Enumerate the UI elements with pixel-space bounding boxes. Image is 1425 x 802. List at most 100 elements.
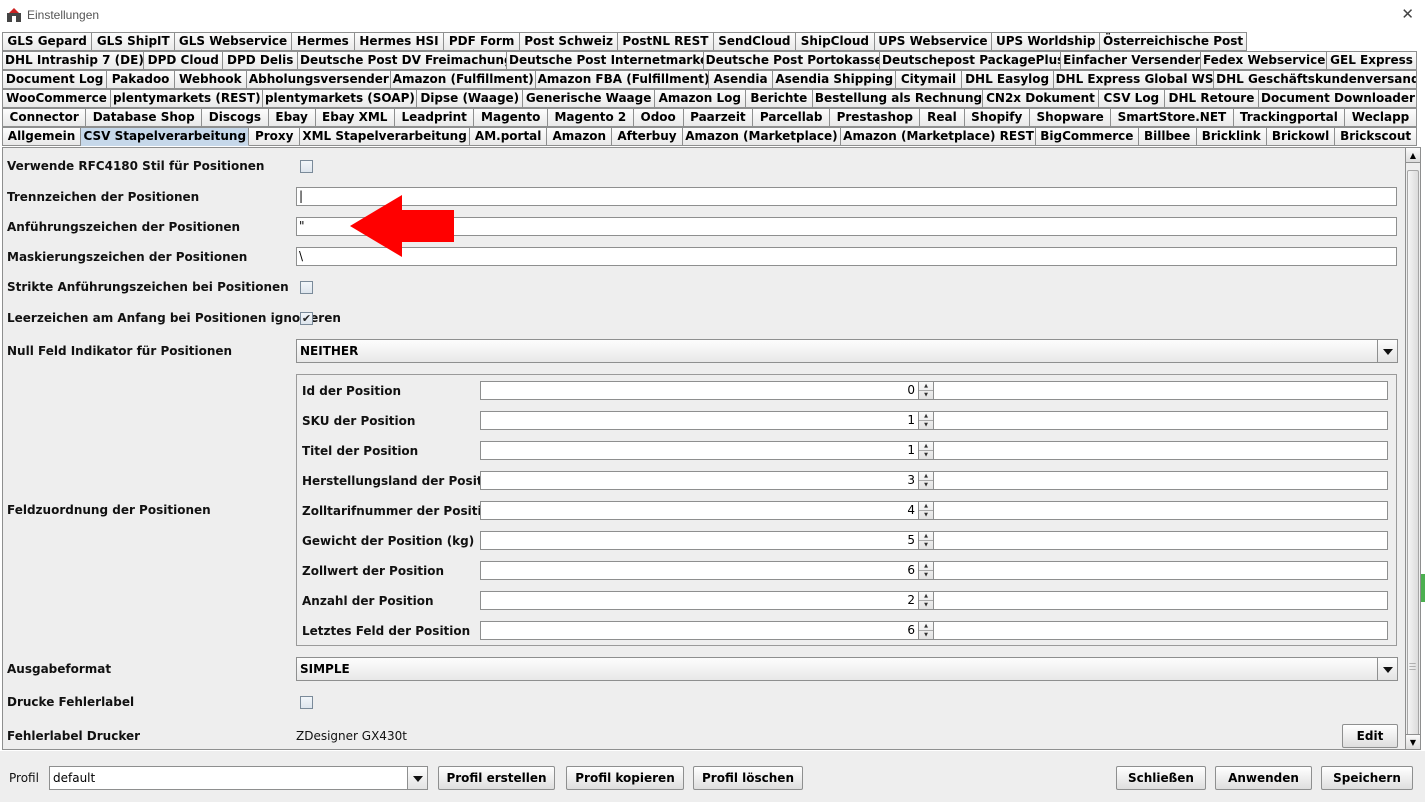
tab-deutsche-post-portokasse[interactable]: Deutsche Post Portokasse xyxy=(703,51,880,70)
tab-einfacher-versender[interactable]: Einfacher Versender xyxy=(1061,51,1201,70)
null-indicator-select[interactable]: NEITHER xyxy=(296,339,1398,363)
field-mapping-value[interactable]: 3 xyxy=(480,471,919,490)
output-format-select[interactable]: SIMPLE xyxy=(296,657,1398,681)
spinner-down-icon[interactable]: ▼ xyxy=(919,541,933,550)
tab-connector[interactable]: Connector xyxy=(2,108,87,127)
rfc4180-checkbox[interactable] xyxy=(300,160,313,173)
tab-deutsche-post-dv-freimachung[interactable]: Deutsche Post DV Freimachung xyxy=(298,51,507,70)
tab-csv-log[interactable]: CSV Log xyxy=(1098,89,1165,108)
tab-amazon-marketplace-rest[interactable]: Amazon (Marketplace) REST xyxy=(841,127,1037,146)
tab-ebay[interactable]: Ebay xyxy=(268,108,316,127)
tab-hermes-hsi[interactable]: Hermes HSI xyxy=(354,32,445,51)
tab-gel-express[interactable]: GEL Express xyxy=(1327,51,1417,70)
spinner-down-icon[interactable]: ▼ xyxy=(919,631,933,640)
spinner-up-icon[interactable]: ▲ xyxy=(919,502,933,511)
scroll-down-icon[interactable]: ▼ xyxy=(1406,734,1420,749)
tab-dhl-geschäftskundenversand[interactable]: DHL Geschäftskundenversand xyxy=(1214,70,1417,89)
tab-webhook[interactable]: Webhook xyxy=(174,70,247,89)
tab-plentymarkets-rest[interactable]: plentymarkets (REST) xyxy=(111,89,263,108)
spinner-down-icon[interactable]: ▼ xyxy=(919,571,933,580)
tab-prestashop[interactable]: Prestashop xyxy=(830,108,921,127)
spinner-down-icon[interactable]: ▼ xyxy=(919,511,933,520)
spinner-down-icon[interactable]: ▼ xyxy=(919,601,933,610)
field-mapping-value[interactable]: 1 xyxy=(480,411,919,430)
tab-brickscout[interactable]: Brickscout xyxy=(1335,127,1417,146)
field-mapping-value[interactable]: 6 xyxy=(480,561,919,580)
tab-trackingportal[interactable]: Trackingportal xyxy=(1233,108,1346,127)
tab-shipcloud[interactable]: ShipCloud xyxy=(796,32,875,51)
close-button[interactable]: Schließen xyxy=(1116,766,1206,790)
tab-pdf-form[interactable]: PDF Form xyxy=(444,32,521,51)
tab-asendia[interactable]: Asendia xyxy=(709,70,774,89)
spinner-down-icon[interactable]: ▼ xyxy=(919,451,933,460)
tab-sendcloud[interactable]: SendCloud xyxy=(713,32,797,51)
tab-odoo[interactable]: Odoo xyxy=(633,108,684,127)
edit-button[interactable]: Edit xyxy=(1342,724,1398,748)
tab-amazon-log[interactable]: Amazon Log xyxy=(654,89,746,108)
spinner-down-icon[interactable]: ▼ xyxy=(919,391,933,400)
chevron-down-icon[interactable] xyxy=(1377,658,1397,680)
tab-gls-webservice[interactable]: GLS Webservice xyxy=(175,32,292,51)
tab-discogs[interactable]: Discogs xyxy=(202,108,269,127)
tab-generische-waage[interactable]: Generische Waage xyxy=(523,89,655,108)
tab-dhl-easylog[interactable]: DHL Easylog xyxy=(961,70,1054,89)
escape-input[interactable]: \ xyxy=(296,247,1397,266)
tab-amazon-fulfillment[interactable]: Amazon (Fulfillment) xyxy=(390,70,536,89)
field-mapping-value[interactable]: 1 xyxy=(480,441,919,460)
tab-shopify[interactable]: Shopify xyxy=(964,108,1030,127)
tab-xml-stapelverarbeitung[interactable]: XML Stapelverarbeitung xyxy=(300,127,471,146)
tab-amazon[interactable]: Amazon xyxy=(547,127,613,146)
tab-afterbuy[interactable]: Afterbuy xyxy=(612,127,683,146)
quote-input[interactable]: " xyxy=(296,217,1397,236)
tab-am-portal[interactable]: AM.portal xyxy=(470,127,548,146)
tab-deutschepost-packageplus[interactable]: Deutschepost PackagePlus xyxy=(879,51,1062,70)
spinner-down-icon[interactable]: ▼ xyxy=(919,421,933,430)
separator-input[interactable]: | xyxy=(296,187,1397,206)
spinner-up-icon[interactable]: ▲ xyxy=(919,412,933,421)
apply-button[interactable]: Anwenden xyxy=(1215,766,1312,790)
tab-dhl-intraship-7-de[interactable]: DHL Intraship 7 (DE) xyxy=(2,51,145,70)
scroll-up-icon[interactable]: ▲ xyxy=(1406,148,1420,163)
strict-quotes-checkbox[interactable] xyxy=(300,281,313,294)
vertical-scrollbar[interactable]: ▲ — — — ▼ xyxy=(1405,147,1421,750)
tab-ups-worldship[interactable]: UPS Worldship xyxy=(992,32,1101,51)
tab-citymail[interactable]: Citymail xyxy=(896,70,962,89)
tab-post-schweiz[interactable]: Post Schweiz xyxy=(520,32,619,51)
tab-allgemein[interactable]: Allgemein xyxy=(2,127,82,146)
tab-ebay-xml[interactable]: Ebay XML xyxy=(315,108,395,127)
tab-leadprint[interactable]: Leadprint xyxy=(394,108,475,127)
tab-deutsche-post-internetmarke[interactable]: Deutsche Post Internetmarke xyxy=(507,51,704,70)
tab-dpd-cloud[interactable]: DPD Cloud xyxy=(144,51,224,70)
tab-dhl-retoure[interactable]: DHL Retoure xyxy=(1164,89,1260,108)
spinner-up-icon[interactable]: ▲ xyxy=(919,442,933,451)
tab-bigcommerce[interactable]: BigCommerce xyxy=(1036,127,1139,146)
field-mapping-value[interactable]: 2 xyxy=(480,591,919,610)
delete-profile-button[interactable]: Profil löschen xyxy=(693,766,803,790)
spinner-up-icon[interactable]: ▲ xyxy=(919,382,933,391)
copy-profile-button[interactable]: Profil kopieren xyxy=(566,766,684,790)
scroll-thumb[interactable] xyxy=(1407,170,1419,738)
tab-parcellab[interactable]: Parcellab xyxy=(753,108,831,127)
spinner-up-icon[interactable]: ▲ xyxy=(919,592,933,601)
print-error-checkbox[interactable] xyxy=(300,696,313,709)
tab-bricklink[interactable]: Bricklink xyxy=(1196,127,1267,146)
tab-csv-stapelverarbeitung[interactable]: CSV Stapelverarbeitung xyxy=(81,127,250,146)
tab-weclapp[interactable]: Weclapp xyxy=(1345,108,1417,127)
tab-fedex-webservice[interactable]: Fedex Webservice xyxy=(1200,51,1328,70)
spinner-up-icon[interactable]: ▲ xyxy=(919,532,933,541)
tab-berichte[interactable]: Berichte xyxy=(745,89,813,108)
chevron-down-icon[interactable] xyxy=(1377,340,1397,362)
chevron-down-icon[interactable] xyxy=(407,767,427,789)
tab-document-log[interactable]: Document Log xyxy=(2,70,108,89)
tab-gls-gepard[interactable]: GLS Gepard xyxy=(2,32,93,51)
tab-database-shop[interactable]: Database Shop xyxy=(86,108,203,127)
tab-smartstore-net[interactable]: SmartStore.NET xyxy=(1111,108,1234,127)
close-icon[interactable]: ✕ xyxy=(1401,5,1414,23)
tab-magento[interactable]: Magento xyxy=(474,108,548,127)
create-profile-button[interactable]: Profil erstellen xyxy=(438,766,555,790)
field-mapping-value[interactable]: 4 xyxy=(480,501,919,520)
tab-magento-2[interactable]: Magento 2 xyxy=(547,108,634,127)
field-mapping-value[interactable]: 6 xyxy=(480,621,919,640)
profile-select[interactable]: default xyxy=(49,766,428,790)
spinner-up-icon[interactable]: ▲ xyxy=(919,622,933,631)
